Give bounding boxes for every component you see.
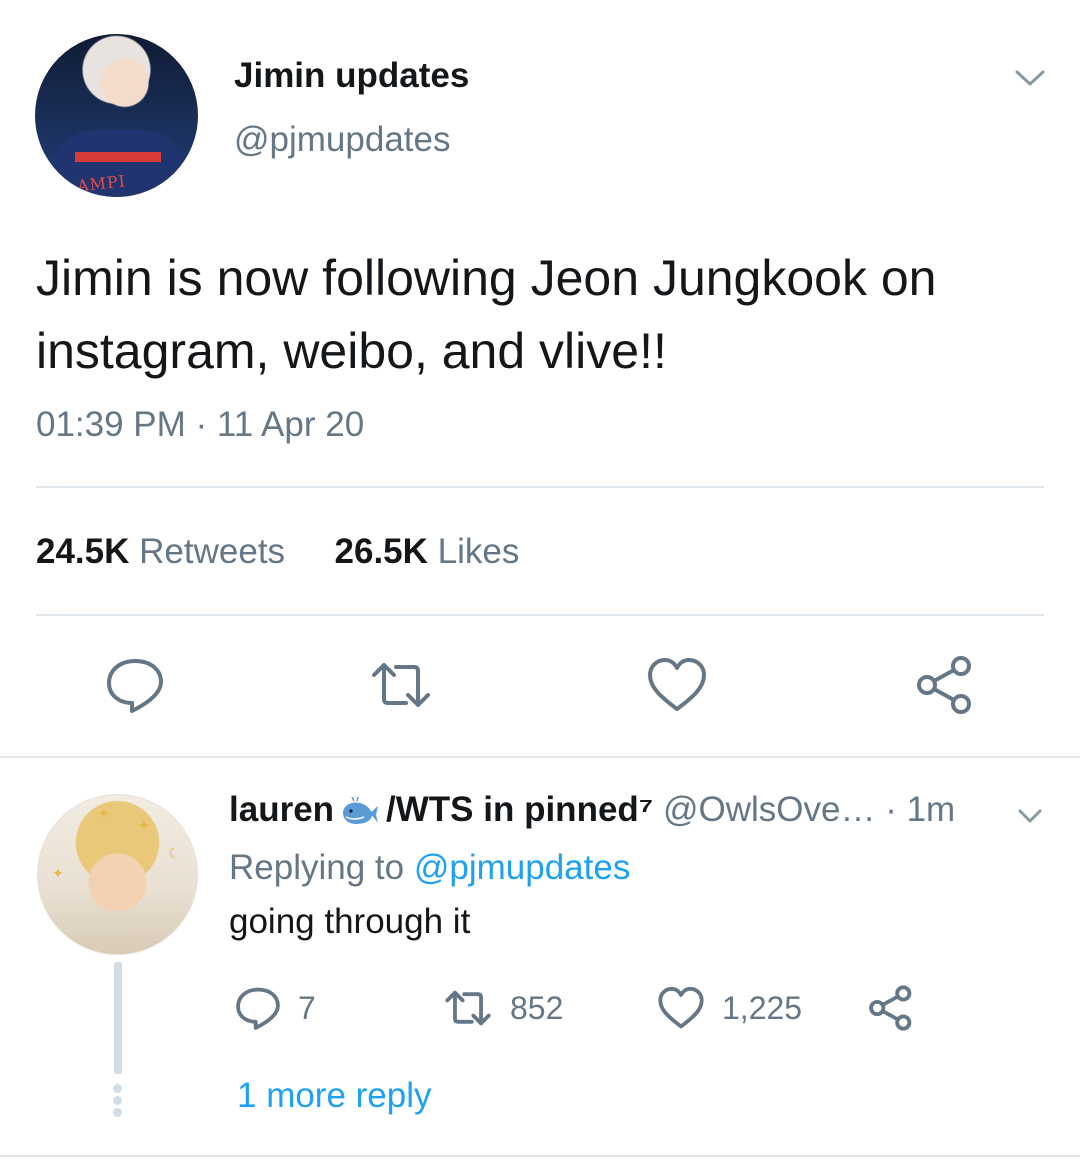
author-name[interactable]: Jimin updates	[234, 56, 469, 96]
main-tweet: AMPI Jimin updates @pjmupdates Jimin is …	[0, 0, 1080, 757]
reply-comment-action[interactable]: 7	[234, 984, 316, 1032]
reply-text: going through it	[229, 902, 471, 941]
retweet-icon	[445, 990, 491, 1026]
reply-like-action[interactable]: 1,225	[656, 984, 802, 1032]
heart-icon[interactable]	[646, 655, 708, 715]
more-replies-link[interactable]: 1 more reply	[237, 1076, 432, 1116]
author-avatar[interactable]: AMPI	[35, 34, 198, 197]
sparkle-decoration: ☾	[168, 845, 181, 861]
reply-author-name[interactable]: lauren	[229, 790, 334, 829]
reply-retweet-action[interactable]: 852	[442, 984, 563, 1032]
divider	[36, 614, 1044, 616]
comment-icon[interactable]	[104, 655, 166, 715]
reply-author-handle[interactable]: @OwlsOve…	[663, 790, 876, 829]
author-handle[interactable]: @pjmupdates	[234, 120, 450, 160]
thread-line	[114, 962, 122, 1074]
retweets-stat[interactable]: 24.5K Retweets	[36, 532, 295, 571]
thread-dot	[113, 1108, 122, 1117]
retweets-count: 24.5K	[36, 532, 130, 571]
sparkle-decoration: ✦	[138, 817, 150, 833]
reply-header: lauren /WTS in pinned⁷ @OwlsOve… · 1m	[229, 790, 955, 830]
chevron-down-icon[interactable]	[1016, 806, 1044, 826]
thread-dot	[113, 1096, 122, 1105]
comment-icon	[236, 987, 280, 1030]
replying-prefix: Replying to	[229, 848, 405, 887]
tweet-stats: 24.5K Retweets 26.5K Likes	[36, 532, 519, 572]
reply-tweet[interactable]: ✦ ✦ ☾ ✦ lauren /WTS in pinned⁷ @OwlsOve……	[0, 758, 1080, 1158]
reply-share-action[interactable]	[866, 984, 916, 1032]
retweet-icon[interactable]	[370, 655, 432, 715]
thread-dot	[113, 1084, 122, 1093]
likes-count: 26.5K	[334, 532, 428, 571]
likes-stat[interactable]: 26.5K Likes	[335, 532, 520, 571]
sparkle-decoration: ✦	[52, 865, 64, 881]
chevron-down-icon[interactable]	[1013, 66, 1047, 90]
divider	[0, 1155, 1080, 1157]
heart-icon	[658, 986, 704, 1029]
whale-icon	[343, 796, 379, 824]
reply-author-name-suffix[interactable]: /WTS in pinned⁷	[386, 790, 653, 829]
share-icon[interactable]	[914, 655, 976, 715]
replying-to: Replying to @pjmupdates	[229, 848, 630, 888]
share-icon	[869, 985, 912, 1031]
reply-retweet-count: 852	[510, 989, 564, 1026]
reply-like-count: 1,225	[722, 989, 803, 1026]
sparkle-decoration: ✦	[98, 805, 110, 821]
reply-comment-count: 7	[298, 989, 316, 1026]
avatar-stripe	[75, 152, 161, 162]
reply-time: · 1m	[885, 790, 956, 829]
divider	[36, 486, 1044, 488]
retweets-label: Retweets	[139, 532, 286, 571]
replying-to-mention[interactable]: @pjmupdates	[414, 848, 630, 887]
tweet-text: Jimin is now following Jeon Jungkook on …	[36, 250, 937, 379]
likes-label: Likes	[437, 532, 520, 571]
reply-avatar[interactable]: ✦ ✦ ☾ ✦	[37, 794, 198, 955]
tweet-timestamp[interactable]: 01:39 PM · 11 Apr 20	[36, 405, 364, 445]
